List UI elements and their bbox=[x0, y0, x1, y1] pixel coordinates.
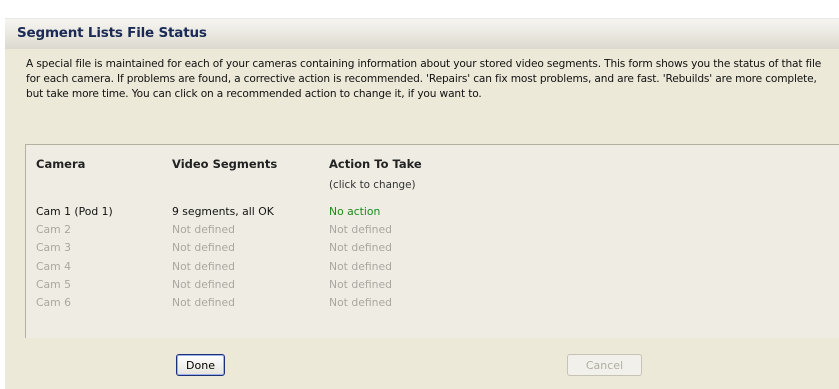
cam-1-action-link[interactable]: No action bbox=[329, 204, 380, 220]
status-table-panel bbox=[25, 144, 839, 338]
cam-3-name: Cam 3 bbox=[36, 241, 71, 254]
header-camera: Camera bbox=[36, 157, 86, 171]
cam-4-name: Cam 4 bbox=[36, 260, 71, 273]
cancel-button: Cancel bbox=[567, 354, 642, 376]
cam-6-action: Not defined bbox=[329, 296, 392, 309]
cam-6-segments: Not defined bbox=[172, 296, 235, 309]
cam-4-action: Not defined bbox=[329, 260, 392, 273]
header-video-segments: Video Segments bbox=[172, 157, 278, 171]
header-action-hint: (click to change) bbox=[329, 179, 416, 191]
cam-3-segments: Not defined bbox=[172, 241, 235, 254]
title-bar: Segment Lists File Status bbox=[5, 18, 839, 50]
cam-2-name: Cam 2 bbox=[36, 223, 71, 236]
cam-2-segments: Not defined bbox=[172, 223, 235, 236]
cam-4-segments: Not defined bbox=[172, 260, 235, 273]
cam-1-name: Cam 1 (Pod 1) bbox=[36, 205, 113, 218]
header-action-to-take: Action To Take bbox=[329, 157, 422, 171]
cam-5-segments: Not defined bbox=[172, 278, 235, 291]
dialog-window: Segment Lists File Status A special file… bbox=[0, 0, 839, 389]
cam-2-action: Not defined bbox=[329, 223, 392, 236]
cam-6-name: Cam 6 bbox=[36, 296, 71, 309]
done-button[interactable]: Done bbox=[176, 354, 225, 376]
dialog-title: Segment Lists File Status bbox=[17, 25, 207, 41]
description-text: A special file is maintained for each of… bbox=[26, 58, 822, 100]
cam-5-name: Cam 5 bbox=[36, 278, 71, 291]
cam-5-action: Not defined bbox=[329, 278, 392, 291]
cam-1-segments: 9 segments, all OK bbox=[172, 205, 274, 218]
cam-3-action: Not defined bbox=[329, 241, 392, 254]
